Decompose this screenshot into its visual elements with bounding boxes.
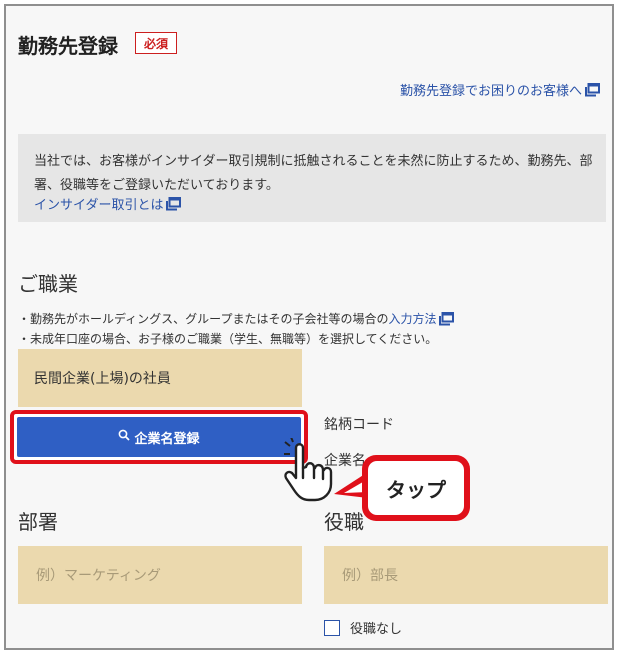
external-link-icon [165, 196, 182, 211]
position-input[interactable]: 例）部長 [324, 546, 608, 604]
insider-trading-link[interactable]: インサイダー取引とは [34, 194, 182, 213]
occupation-select[interactable]: 民間企業(上場)の社員 [18, 349, 302, 407]
external-link-icon [438, 311, 455, 326]
external-link-icon [584, 82, 600, 97]
stock-code-label: 銘柄コード [324, 417, 394, 433]
department-heading: 部署 [18, 510, 58, 534]
occupation-note-1: ・勤務先がホールディングス、グループまたはその子会社等の場合の 入力方法 [18, 310, 455, 327]
pointing-hand-icon [284, 438, 333, 502]
position-placeholder: 例）部長 [342, 568, 398, 584]
no-position-checkbox[interactable] [324, 620, 340, 636]
occupation-heading: ご職業 [18, 272, 78, 296]
input-method-link-label: 入力方法 [388, 312, 437, 326]
required-badge: 必須 [135, 32, 177, 54]
input-method-link[interactable]: 入力方法 [388, 310, 455, 327]
position-heading: 役職 [324, 510, 364, 534]
search-icon [118, 429, 131, 445]
department-input[interactable]: 例）マーケティング [18, 546, 302, 604]
occupation-note-2: ・未成年口座の場合、お子様のご職業（学生、無職等）を選択してください。 [18, 332, 438, 346]
occupation-note-1-text: ・勤務先がホールディングス、グループまたはその子会社等の場合の [18, 312, 389, 326]
help-link-label: 勤務先登録でお困りのお客様へ [399, 84, 582, 99]
company-register-button[interactable]: 企業名登録 [17, 417, 301, 457]
department-placeholder: 例）マーケティング [36, 568, 161, 584]
no-position-label: 役職なし [350, 622, 403, 637]
insider-trading-link-label: インサイダー取引とは [34, 198, 164, 213]
company-register-button-highlight: 企業名登録 [10, 410, 308, 464]
form-frame: 勤務先登録 必須 勤務先登録でお困りのお客様へ 当社では、お客様がインサイダー取… [4, 4, 614, 650]
company-register-button-label: 企業名登録 [134, 431, 200, 447]
tap-callout: タップ [362, 455, 470, 521]
tap-callout-text: タップ [368, 461, 464, 515]
page-title: 勤務先登録 [18, 34, 118, 58]
help-link[interactable]: 勤務先登録でお困りのお客様へ [400, 80, 600, 99]
notice-text: 当社では、お客様がインサイダー取引規制に抵触されることを未然に防止するため、勤務… [34, 154, 593, 193]
occupation-selected-value: 民間企業(上場)の社員 [34, 371, 171, 387]
notice-box: 当社では、お客様がインサイダー取引規制に抵触されることを未然に防止するため、勤務… [18, 134, 606, 222]
